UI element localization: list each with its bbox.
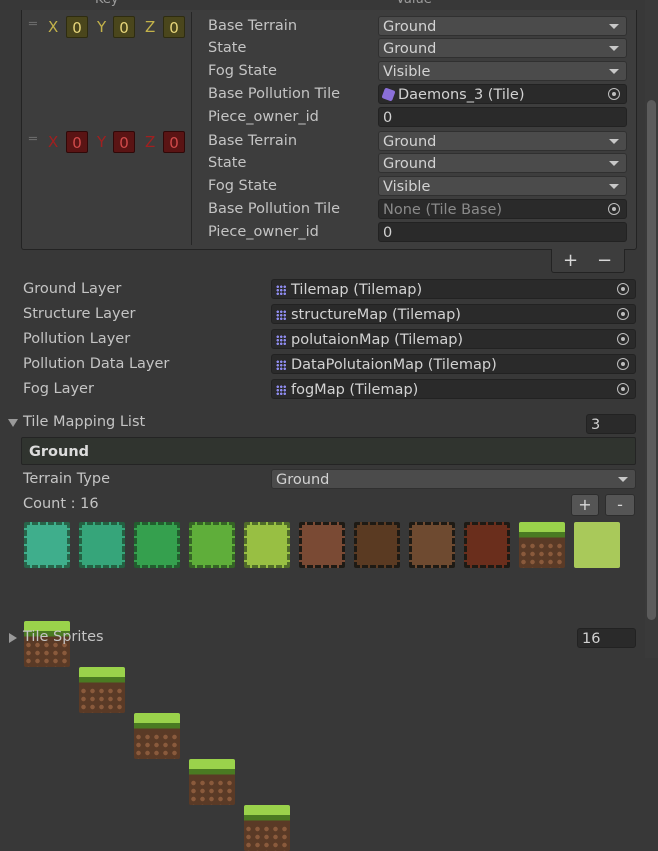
state-dropdown[interactable]: Ground <box>378 38 627 58</box>
coord-x-field[interactable]: 0 <box>66 131 88 153</box>
add-entry-button[interactable]: + <box>563 250 578 271</box>
sprite-thumbnail[interactable] <box>354 522 400 568</box>
base-terrain-label: Base Terrain <box>208 18 298 34</box>
tile-mapping-list-label[interactable]: Tile Mapping List <box>23 412 145 433</box>
base-pollution-tile-value: Daemons_3 (Tile) <box>398 87 525 103</box>
state-label: State <box>208 40 247 56</box>
object-picker-icon[interactable] <box>617 358 629 370</box>
fog-layer-field[interactable]: fogMap (Tilemap) <box>271 379 636 399</box>
structure-layer-field[interactable]: structureMap (Tilemap) <box>271 304 636 324</box>
sprite-thumbnail[interactable] <box>244 522 290 568</box>
sprite-thumbnail[interactable] <box>79 667 125 713</box>
piece-owner-id-label: Piece_owner_id <box>208 224 319 240</box>
coord-z-label: Z <box>145 18 156 36</box>
coord-x-label: X <box>48 18 59 36</box>
pollution-data-layer-label: Pollution Data Layer <box>23 356 170 372</box>
drag-handle-icon[interactable]: ═ <box>29 132 37 147</box>
coord-y-label: Y <box>97 18 107 36</box>
object-picker-icon[interactable] <box>617 333 629 345</box>
sprite-thumbnail[interactable] <box>189 522 235 568</box>
key-column-header: Key <box>95 0 119 9</box>
base-pollution-tile-value: None (Tile Base) <box>383 202 503 218</box>
object-picker-icon[interactable] <box>608 203 620 215</box>
object-picker-icon[interactable] <box>617 308 629 320</box>
base-pollution-tile-field[interactable]: Daemons_3 (Tile) <box>378 84 627 104</box>
fog-state-dropdown[interactable]: Visible <box>378 176 627 196</box>
foldout-expanded-icon[interactable] <box>8 419 18 427</box>
sprite-thumbnail[interactable] <box>134 713 180 759</box>
value-column-header: Value <box>396 0 432 9</box>
base-pollution-tile-label: Base Pollution Tile <box>208 86 341 102</box>
coord-y-field[interactable]: 0 <box>113 131 135 153</box>
base-terrain-dropdown[interactable]: Ground <box>378 16 627 36</box>
coord-y-field[interactable]: 0 <box>113 16 135 38</box>
sprite-thumbnail[interactable] <box>244 805 290 851</box>
piece-owner-id-field[interactable]: 0 <box>378 107 627 127</box>
tile-sprites-size-field[interactable]: 16 <box>577 628 636 648</box>
remove-entry-button[interactable]: − <box>597 250 612 271</box>
sprite-thumbnail[interactable] <box>24 522 70 568</box>
base-pollution-tile-label: Base Pollution Tile <box>208 201 341 217</box>
tile-sprites-label[interactable]: Tile Sprites <box>23 627 104 648</box>
element-header-ground[interactable]: Ground <box>21 437 636 465</box>
fog-state-label: Fog State <box>208 178 277 194</box>
ground-layer-value: Tilemap (Tilemap) <box>291 282 423 298</box>
add-sprite-button[interactable]: + <box>571 494 599 516</box>
sprite-thumbnail[interactable] <box>189 759 235 805</box>
base-terrain-dropdown[interactable]: Ground <box>378 131 627 151</box>
piece-owner-id-field[interactable]: 0 <box>378 222 627 242</box>
sprite-thumbnail[interactable] <box>79 522 125 568</box>
sprite-thumbnail[interactable] <box>299 522 345 568</box>
object-picker-icon[interactable] <box>617 383 629 395</box>
coord-z-field[interactable]: 0 <box>163 131 185 153</box>
remove-sprite-button[interactable]: - <box>605 494 635 516</box>
piece-owner-id-label: Piece_owner_id <box>208 109 319 125</box>
sprite-thumbnail[interactable] <box>519 522 565 568</box>
structure-layer-value: structureMap (Tilemap) <box>291 307 461 323</box>
sprite-thumbnail[interactable] <box>134 522 180 568</box>
pollution-data-layer-field[interactable]: DataPolutaionMap (Tilemap) <box>271 354 636 374</box>
object-picker-icon[interactable] <box>617 283 629 295</box>
sprite-thumbnail[interactable] <box>574 522 620 568</box>
tilemap-icon <box>276 360 286 370</box>
coord-y-label: Y <box>97 133 107 151</box>
fog-state-label: Fog State <box>208 63 277 79</box>
fog-layer-value: fogMap (Tilemap) <box>291 382 419 398</box>
base-terrain-label: Base Terrain <box>208 133 298 149</box>
drag-handle-icon[interactable]: ═ <box>29 17 37 32</box>
scrollbar-thumb[interactable] <box>647 100 656 620</box>
pollution-layer-label: Pollution Layer <box>23 331 131 347</box>
coord-x-field[interactable]: 0 <box>66 16 88 38</box>
fog-state-dropdown[interactable]: Visible <box>378 61 627 81</box>
coord-z-field[interactable]: 0 <box>163 16 185 38</box>
tilemap-icon <box>276 335 286 345</box>
object-picker-icon[interactable] <box>608 88 620 100</box>
key-value-divider <box>191 12 192 245</box>
tile-asset-icon <box>381 87 396 102</box>
state-label: State <box>208 155 247 171</box>
tilemap-icon <box>276 310 286 320</box>
fog-layer-label: Fog Layer <box>23 381 94 397</box>
tilemap-icon <box>276 385 286 395</box>
tilemap-icon <box>276 285 286 295</box>
foldout-collapsed-icon[interactable] <box>9 633 17 643</box>
base-pollution-tile-field[interactable]: None (Tile Base) <box>378 199 627 219</box>
sprite-thumbnail[interactable] <box>464 522 510 568</box>
state-dropdown[interactable]: Ground <box>378 153 627 173</box>
structure-layer-label: Structure Layer <box>23 306 136 322</box>
pollution-layer-value: polutaionMap (Tilemap) <box>291 332 464 348</box>
coord-z-label: Z <box>145 133 156 151</box>
count-label: Count : 16 <box>23 496 99 512</box>
terrain-type-dropdown[interactable]: Ground <box>271 469 636 489</box>
tile-mapping-size-field[interactable]: 3 <box>586 414 636 434</box>
terrain-type-label: Terrain Type <box>23 471 110 487</box>
pollution-layer-field[interactable]: polutaionMap (Tilemap) <box>271 329 636 349</box>
coord-x-label: X <box>48 133 59 151</box>
ground-layer-label: Ground Layer <box>23 281 122 297</box>
ground-layer-field[interactable]: Tilemap (Tilemap) <box>271 279 636 299</box>
sprite-thumbnail[interactable] <box>409 522 455 568</box>
pollution-data-layer-value: DataPolutaionMap (Tilemap) <box>291 357 497 373</box>
